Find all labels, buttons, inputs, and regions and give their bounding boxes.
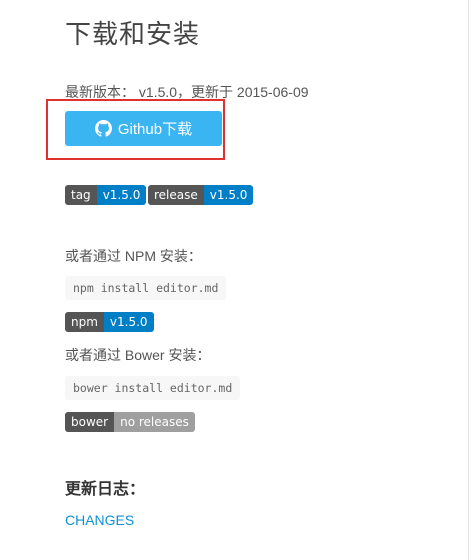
release-badge-label: release [148, 185, 204, 205]
page-title: 下载和安装 [65, 19, 201, 49]
bower-badge-label: bower [65, 412, 115, 432]
tag-badge-value: v1.5.0 [96, 185, 147, 205]
github-icon [94, 120, 112, 137]
bower-command: bower install editor.md [65, 376, 241, 400]
github-download-label: Github下载 [117, 121, 193, 138]
npm-badge-label: npm [65, 312, 104, 332]
changelog-heading: 更新日志： [65, 481, 146, 498]
bower-badge-value: no releases [114, 412, 195, 432]
npm-intro: 或者通过 NPM 安装： [65, 248, 202, 264]
page-edge-divider [468, 0, 469, 560]
release-badge[interactable]: release v1.5.0 [148, 185, 254, 205]
npm-command: npm install editor.md [65, 276, 227, 300]
release-badge-value: v1.5.0 [203, 185, 254, 205]
bower-badge[interactable]: bower no releases [65, 412, 195, 432]
npm-badge-value: v1.5.0 [103, 312, 154, 332]
github-download-button[interactable]: Github下载 [65, 111, 222, 146]
bower-intro: 或者通过 Bower 安装： [65, 347, 211, 363]
changes-link[interactable]: CHANGES [65, 512, 134, 528]
tag-badge[interactable]: tag v1.5.0 [65, 185, 147, 205]
tag-badge-label: tag [65, 185, 97, 205]
npm-badge[interactable]: npm v1.5.0 [65, 312, 154, 332]
